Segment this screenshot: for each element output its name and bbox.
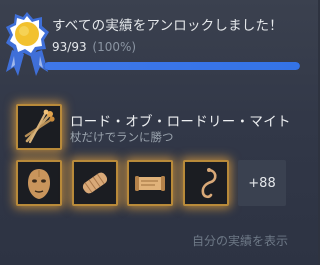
featured-achievement-name: ロード・オブ・ロードリー・マイト — [70, 114, 291, 130]
mask-icon[interactable] — [16, 160, 62, 206]
featured-achievement-description: 杖だけでランに勝つ — [70, 130, 174, 144]
completion-title: すべての実績をアンロックしました！ — [52, 18, 283, 34]
scroll-icon[interactable] — [127, 160, 173, 206]
view-my-achievements-link[interactable]: 自分の実績を表示 — [192, 232, 288, 249]
achievement-count: 93/93 — [52, 40, 87, 54]
bandage-icon[interactable] — [72, 160, 118, 206]
completion-count: 93/93 (100%) — [52, 40, 136, 54]
crossed-staves-icon[interactable] — [16, 104, 62, 150]
more-achievements-button[interactable]: +88 — [238, 160, 286, 206]
progress-bar-fill — [44, 62, 300, 70]
progress-bar — [44, 62, 300, 70]
achievement-percent: (100%) — [92, 40, 137, 54]
hook-icon[interactable] — [183, 160, 229, 206]
achievements-panel: すべての実績をアンロックしました！ 93/93 (100%) ロード・オブ・ロー… — [0, 0, 318, 265]
